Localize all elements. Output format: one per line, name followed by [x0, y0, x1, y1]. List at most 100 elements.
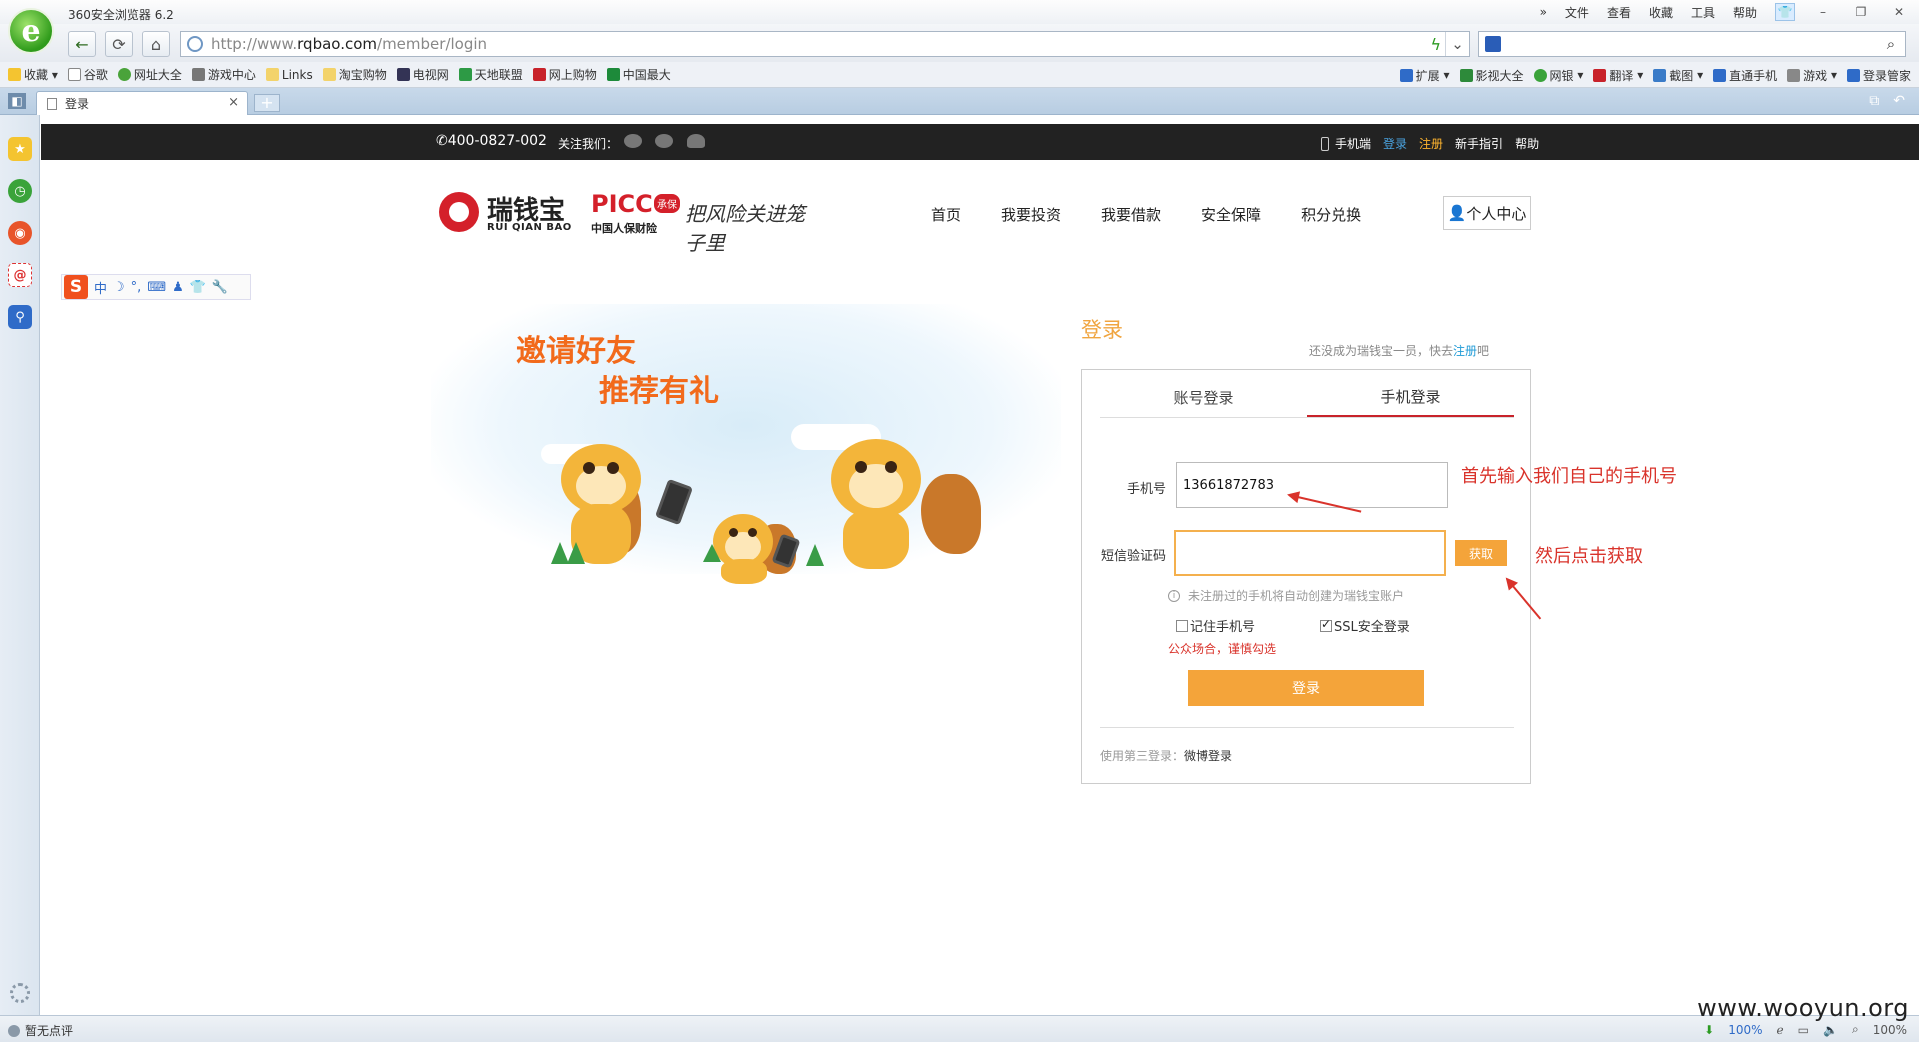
bookmark-taobao[interactable]: 淘宝购物 [322, 66, 387, 83]
ime-moon-icon[interactable]: ☽ [113, 280, 125, 295]
app-icon[interactable]: ⚲ [8, 305, 32, 329]
nav-borrow[interactable]: 我要借款 [1101, 204, 1161, 225]
ime-punct-icon[interactable]: °, [131, 280, 142, 295]
ime-skin-icon[interactable]: 👕 [190, 280, 206, 295]
skin-icon[interactable]: 👕 [1775, 3, 1795, 21]
settings-gear-icon[interactable] [10, 983, 30, 1003]
ime-chinese-icon[interactable]: 中 [94, 278, 107, 297]
help-link[interactable]: 帮助 [1515, 135, 1539, 152]
ie-icon[interactable]: ℯ [1777, 1023, 1784, 1037]
new-tab-button[interactable]: + [254, 94, 280, 112]
tab-login[interactable]: 登录 × [36, 91, 248, 115]
minimize-button[interactable]: – [1813, 3, 1833, 21]
menu-more-icon[interactable]: » [1540, 5, 1547, 19]
tool-bank[interactable]: 网银 ▾ [1533, 67, 1583, 84]
get-code-button[interactable]: 获取 [1455, 540, 1507, 566]
bookmark-china-biggest[interactable]: 中国最大 [606, 66, 671, 83]
zoom-b[interactable]: 100% [1873, 1023, 1907, 1037]
mail-icon[interactable]: @ [8, 263, 32, 287]
tool-games[interactable]: 游戏 ▾ [1787, 67, 1837, 84]
bookmark-shopping[interactable]: 网上购物 [532, 66, 597, 83]
ime-keyboard-icon[interactable]: ⌨ [147, 280, 166, 295]
mobile-link[interactable]: 手机端 [1335, 135, 1371, 152]
menu-favorites[interactable]: 收藏 [1649, 4, 1673, 21]
remember-phone-checkbox[interactable]: 记住手机号 [1176, 616, 1255, 635]
tool-phone[interactable]: 直通手机 [1713, 67, 1777, 84]
tab-mobile-login[interactable]: 手机登录 [1307, 378, 1514, 417]
register-link[interactable]: 注册 [1453, 344, 1477, 358]
tool-login-manager[interactable]: 登录管家 [1846, 67, 1911, 84]
menu-tools[interactable]: 工具 [1691, 4, 1715, 21]
weibo-icon[interactable]: ◉ [8, 221, 32, 245]
bookmark-tv[interactable]: 电视网 [396, 66, 449, 83]
bookmark-label: 谷歌 [83, 68, 108, 82]
back-button[interactable]: ← [68, 31, 96, 57]
download-icon[interactable]: ⬇ [1704, 1023, 1714, 1037]
wechat-icon[interactable] [624, 134, 642, 148]
home-button[interactable]: ⌂ [142, 31, 170, 57]
user-center-button[interactable]: 👤 个人中心 [1443, 196, 1531, 230]
register-link[interactable]: 注册 [1419, 135, 1443, 152]
bookmark-favorites[interactable]: 收藏 ▾ [8, 66, 58, 83]
ime-tools-icon[interactable]: 🔧 [212, 280, 228, 295]
restore-button[interactable]: ❐ [1851, 3, 1871, 21]
status-text[interactable]: 暂无点评 [25, 1022, 73, 1039]
sidebar-toggle-icon[interactable]: ◧ [8, 93, 26, 109]
nav-home[interactable]: 首页 [931, 204, 961, 225]
bookmark-url-hub[interactable]: 网址大全 [117, 66, 182, 83]
weibo-icon[interactable] [655, 134, 673, 148]
bookmark-label: 网址大全 [133, 68, 182, 82]
promo-banner[interactable]: 邀请好友 推荐有礼 [431, 304, 1061, 584]
bookmark-links[interactable]: Links [265, 68, 313, 82]
squirrel-small-body [721, 559, 767, 584]
menu-file[interactable]: 文件 [1565, 4, 1589, 21]
close-tab-icon[interactable]: × [228, 95, 239, 110]
zoom-a[interactable]: 100% [1728, 1023, 1762, 1037]
nav-points[interactable]: 积分兑换 [1301, 204, 1361, 225]
close-window-button[interactable]: ✕ [1889, 3, 1909, 21]
login-submit-button[interactable]: 登录 [1188, 670, 1424, 706]
tool-translate[interactable]: 翻译 ▾ [1593, 67, 1643, 84]
sogou-icon[interactable]: S [64, 275, 88, 299]
nav-security[interactable]: 安全保障 [1201, 204, 1261, 225]
search-engine-icon[interactable] [1485, 36, 1501, 52]
tool-label: 游戏 [1803, 68, 1828, 83]
login-link[interactable]: 登录 [1383, 135, 1407, 152]
tool-video[interactable]: 影视大全 [1459, 67, 1524, 84]
volume-icon[interactable]: 🔈 [1823, 1023, 1838, 1037]
checkbox-box[interactable] [1176, 619, 1188, 632]
ssl-login-checkbox[interactable]: SSL安全登录 [1320, 616, 1410, 635]
speed-mode-icon[interactable]: ϟ [1430, 35, 1441, 54]
bookmark-tiandi[interactable]: 天地联盟 [458, 66, 523, 83]
refresh-button[interactable]: ⟳ [105, 31, 133, 57]
bookmark-google[interactable]: 谷歌 [67, 66, 108, 83]
weibo-login-link[interactable]: 微博登录 [1184, 749, 1232, 763]
menu-help[interactable]: 帮助 [1733, 4, 1757, 21]
tab-list-icon[interactable]: ⧉ [1869, 93, 1879, 109]
sms-code-input[interactable] [1174, 530, 1446, 576]
address-dropdown-icon[interactable]: ⌄ [1445, 32, 1469, 56]
menu-view[interactable]: 查看 [1607, 4, 1631, 21]
window-icon[interactable]: ▭ [1798, 1023, 1809, 1037]
rqb-logo-icon [439, 192, 479, 232]
tool-screenshot[interactable]: 截图 ▾ [1653, 67, 1703, 84]
checkbox-box-checked[interactable] [1320, 617, 1332, 632]
title-menu: » 文件 查看 收藏 工具 帮助 👕 – ❐ ✕ [1540, 3, 1909, 21]
site-logo[interactable]: 瑞钱宝 RUI QIAN BAO PICC 承保 中国人保财险 把风险关进笼子里 [439, 186, 819, 255]
search-input[interactable]: ⌕ [1478, 31, 1906, 57]
address-bar[interactable]: http://www. rqbao.com/member/login ϟ ⌄ [180, 31, 1470, 57]
guide-link[interactable]: 新手指引 [1455, 135, 1503, 152]
tab-account-login[interactable]: 账号登录 [1100, 378, 1307, 417]
public-warning: 公众场合，谨慎勾选 [1168, 642, 1277, 656]
history-clock-icon[interactable]: ◷ [8, 179, 32, 203]
tool-label: 截图 [1669, 68, 1694, 83]
tool-extensions[interactable]: 扩展 ▾ [1399, 67, 1450, 84]
undo-close-icon[interactable]: ↶ [1893, 93, 1905, 109]
favorites-star-icon[interactable]: ★ [8, 137, 32, 161]
nav-invest[interactable]: 我要投资 [1001, 204, 1061, 225]
ime-user-icon[interactable]: ♟ [172, 280, 184, 295]
zoom-icon[interactable]: ⌕ [1852, 1022, 1859, 1037]
bookmark-games[interactable]: 游戏中心 [191, 66, 256, 83]
search-icon[interactable]: ⌕ [1877, 32, 1905, 56]
qq-icon[interactable] [687, 134, 705, 148]
